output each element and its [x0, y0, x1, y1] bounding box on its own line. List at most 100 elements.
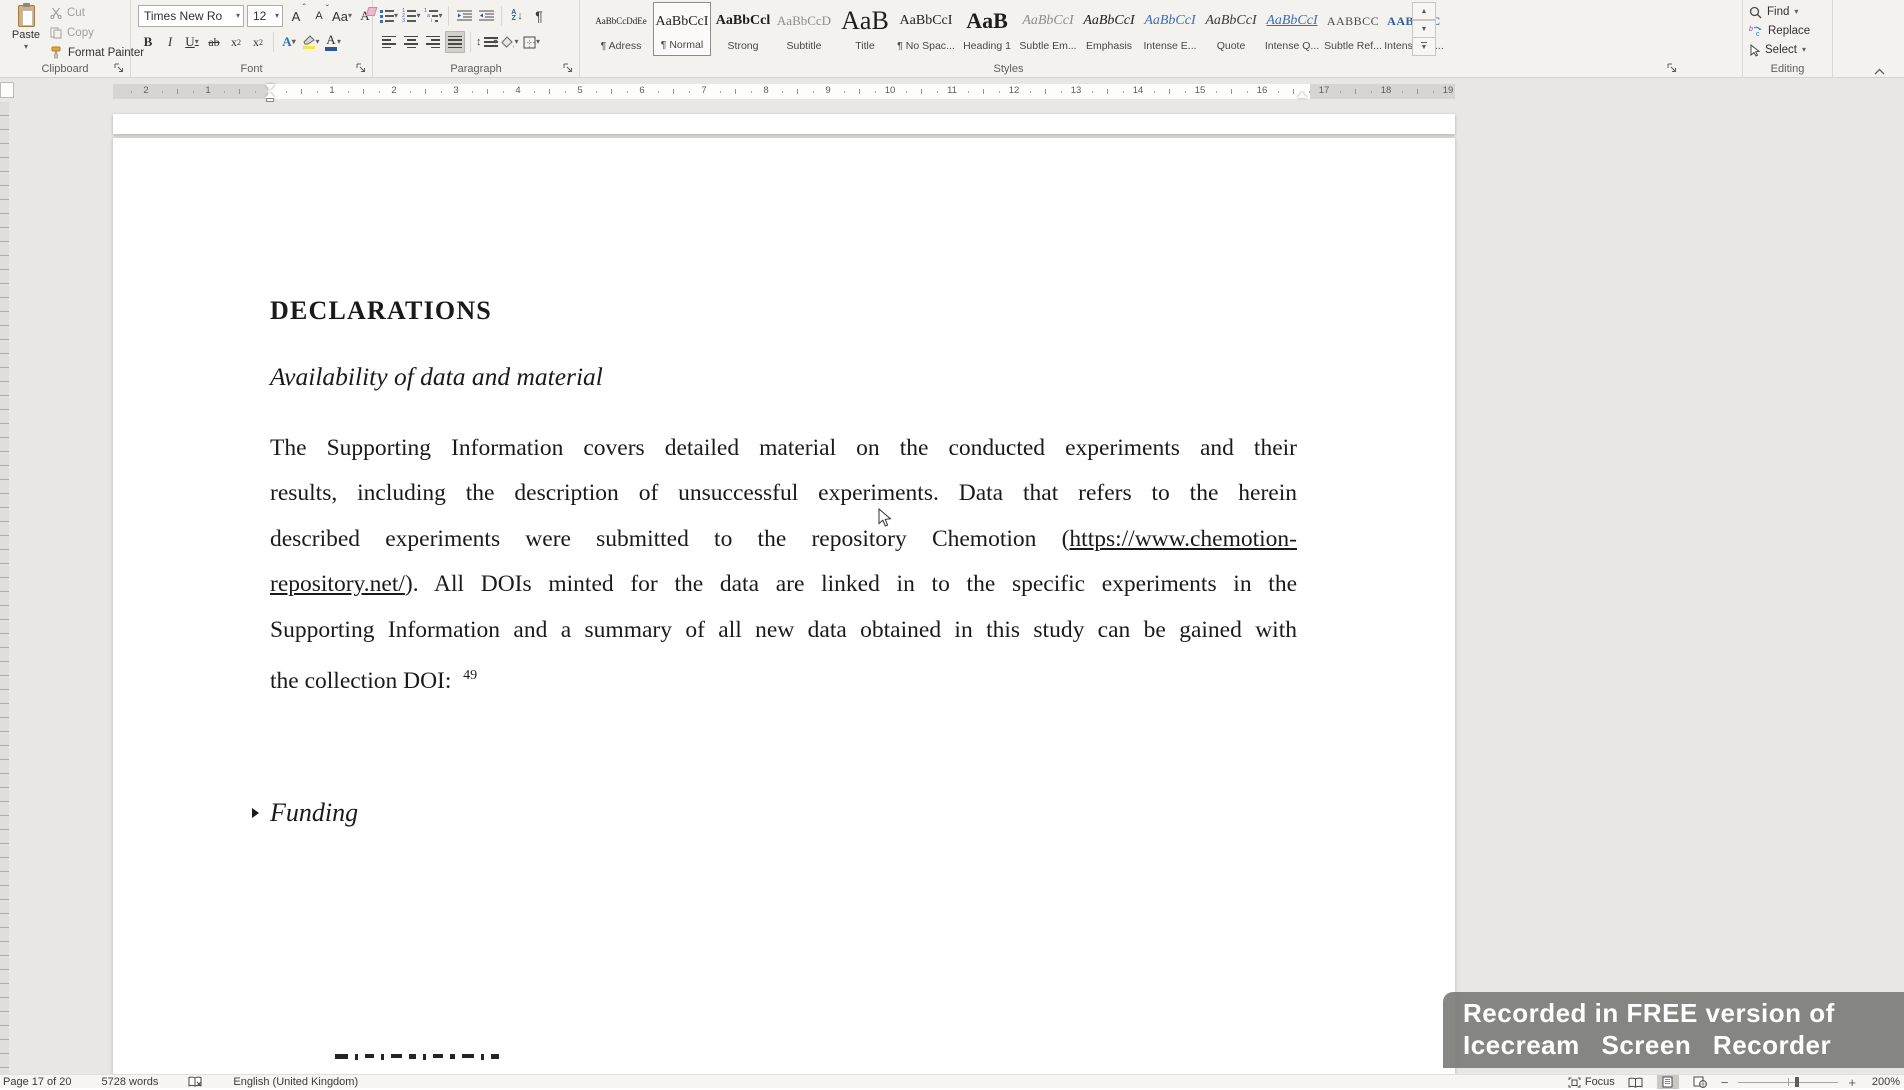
- shading-button[interactable]: ▾: [500, 31, 520, 53]
- align-center-button[interactable]: [401, 31, 421, 53]
- font-name-combobox[interactable]: Times New Ro▾: [138, 5, 244, 27]
- ruler-tick: [1169, 89, 1170, 94]
- ruler-number: 10: [885, 85, 896, 96]
- grow-font-button[interactable]: A: [286, 5, 306, 27]
- bullets-button[interactable]: ▾: [379, 5, 399, 27]
- horizontal-ruler[interactable]: 2112345678910111213141516171819: [113, 84, 1455, 99]
- numbering-button[interactable]: 123 ▾: [401, 5, 421, 27]
- collapse-ribbon-button[interactable]: [1874, 62, 1885, 69]
- sort-button[interactable]: AZ↓: [507, 5, 527, 27]
- paragraph-dialog-launcher[interactable]: [563, 63, 574, 74]
- line-spacing-button[interactable]: ↕ ▾: [476, 31, 498, 53]
- styles-scroll-down-button[interactable]: ▼: [1412, 20, 1436, 38]
- read-mode-button[interactable]: [1625, 1075, 1647, 1089]
- paste-button[interactable]: Paste ▾: [5, 5, 47, 61]
- ruler-tick: [487, 89, 488, 94]
- change-case-button[interactable]: Aa▾: [332, 5, 352, 27]
- cut-button[interactable]: Cut: [50, 3, 144, 22]
- justify-button[interactable]: [445, 31, 465, 53]
- ruler-dot: [689, 91, 690, 93]
- chevron-down-icon: ▾: [394, 12, 398, 20]
- print-layout-button[interactable]: [1657, 1075, 1679, 1089]
- left-indent-marker[interactable]: [266, 98, 274, 102]
- watermark-line2: Icecream Screen Recorder: [1463, 1029, 1904, 1061]
- style-card-quote[interactable]: AaBbCcIQuote: [1202, 2, 1260, 56]
- subscript-button[interactable]: x2: [226, 31, 246, 53]
- style-card-intenseq[interactable]: AaBbCcIIntense Q...: [1263, 2, 1321, 56]
- style-card-nospac[interactable]: AaBbCcI¶ No Spac...: [897, 2, 955, 56]
- style-card-normal[interactable]: AaBbCcI¶ Normal: [653, 2, 711, 56]
- page-indicator[interactable]: Page 17 of 20: [3, 1076, 72, 1088]
- word-count[interactable]: 5728 words: [102, 1076, 159, 1088]
- bullet-list-icon: [380, 10, 394, 23]
- document-page[interactable]: DECLARATIONS Availability of data and ma…: [113, 138, 1455, 1076]
- hyperlink-text[interactable]: https://www.chemotion-: [1069, 526, 1297, 552]
- editing-group: Find ▾ bc Replace Select ▾ Editing: [1743, 0, 1833, 78]
- style-card-intensee[interactable]: AaBbCcIIntense E...: [1141, 2, 1199, 56]
- clipboard-dialog-launcher[interactable]: [114, 63, 125, 74]
- style-card-subtleem[interactable]: AaBbCcISubtle Em...: [1019, 2, 1077, 56]
- ruler-dot: [1185, 91, 1186, 93]
- ruler-tick: [797, 89, 798, 94]
- chevron-down-icon: ▾: [24, 43, 28, 51]
- focus-mode-button[interactable]: Focus: [1568, 1076, 1615, 1088]
- collapse-triangle-icon[interactable]: [252, 808, 259, 818]
- shrink-font-button[interactable]: A: [309, 5, 329, 27]
- copy-button[interactable]: Copy: [50, 23, 144, 42]
- zoom-out-button[interactable]: −: [1721, 1076, 1729, 1089]
- zoom-level[interactable]: 200%: [1866, 1076, 1900, 1088]
- right-indent-marker[interactable]: [1297, 92, 1307, 98]
- zoom-slider-handle[interactable]: [1795, 1077, 1799, 1087]
- strikethrough-button[interactable]: ab: [204, 31, 224, 53]
- style-card-heading1[interactable]: AaBHeading 1: [958, 2, 1016, 56]
- chevron-down-icon: ▾: [536, 38, 540, 46]
- underline-button[interactable]: U▾: [182, 31, 202, 53]
- ruler-tick: [425, 89, 426, 94]
- proofing-errors-button[interactable]: [188, 1076, 203, 1088]
- select-button[interactable]: Select ▾: [1749, 41, 1810, 59]
- find-button[interactable]: Find ▾: [1749, 3, 1810, 21]
- ruler-tick: [735, 89, 736, 94]
- align-right-button[interactable]: [423, 31, 443, 53]
- text-effects-button[interactable]: A▾: [279, 31, 299, 53]
- styles-dialog-launcher[interactable]: [1667, 63, 1678, 74]
- hyperlink-text[interactable]: repository.net/: [270, 571, 405, 597]
- bold-button[interactable]: B: [138, 31, 158, 53]
- ruler-tick: [1231, 89, 1232, 94]
- style-label: Subtle Ref...: [1324, 40, 1382, 52]
- style-label: Title: [855, 40, 874, 52]
- styles-more-button[interactable]: ▼: [1412, 38, 1436, 56]
- style-card-emphasis[interactable]: AaBbCcIEmphasis: [1080, 2, 1138, 56]
- show-paragraph-marks-button[interactable]: ¶: [529, 5, 549, 27]
- tab-selector-box[interactable]: [0, 82, 14, 98]
- clear-formatting-button[interactable]: A: [355, 5, 375, 27]
- replace-button[interactable]: bc Replace: [1749, 22, 1810, 40]
- align-left-button[interactable]: [379, 31, 399, 53]
- font-size-combobox[interactable]: 12▾: [247, 5, 283, 27]
- web-layout-button[interactable]: [1689, 1075, 1711, 1089]
- decrease-indent-button[interactable]: [454, 5, 474, 27]
- ruler-number: 17: [1319, 85, 1330, 96]
- style-label: ¶ No Spac...: [897, 40, 955, 52]
- style-card-strong[interactable]: AaBbCclStrong: [714, 2, 772, 56]
- zoom-slider[interactable]: [1738, 1075, 1838, 1089]
- language-indicator[interactable]: English (United Kingdom): [233, 1076, 358, 1088]
- style-card-adress[interactable]: AaBbCcDdEe¶ Adress: [592, 2, 650, 56]
- first-line-indent-marker[interactable]: [265, 84, 275, 90]
- font-dialog-launcher[interactable]: [356, 63, 367, 74]
- style-card-subtleref[interactable]: AABBCCSubtle Ref...: [1324, 2, 1382, 56]
- text-highlight-button[interactable]: ▾: [301, 31, 321, 53]
- italic-button[interactable]: I: [160, 31, 180, 53]
- multilevel-list-button[interactable]: 1ai ▾: [423, 5, 443, 27]
- increase-indent-button[interactable]: [476, 5, 496, 27]
- ribbon: Paste ▾ Cut Copy Format Painter Clipboar…: [0, 0, 1904, 78]
- zoom-in-button[interactable]: +: [1848, 1076, 1856, 1089]
- format-painter-button[interactable]: Format Painter: [50, 43, 144, 62]
- font-color-button[interactable]: A ▾: [323, 31, 343, 53]
- styles-scroll-up-button[interactable]: ▲: [1412, 2, 1436, 20]
- style-card-title[interactable]: AaBTitle: [836, 2, 894, 56]
- ruler-dot: [813, 91, 814, 93]
- style-card-subtitle[interactable]: AaBbCcDSubtitle: [775, 2, 833, 56]
- borders-button[interactable]: ▾: [522, 31, 542, 53]
- superscript-button[interactable]: x2: [248, 31, 268, 53]
